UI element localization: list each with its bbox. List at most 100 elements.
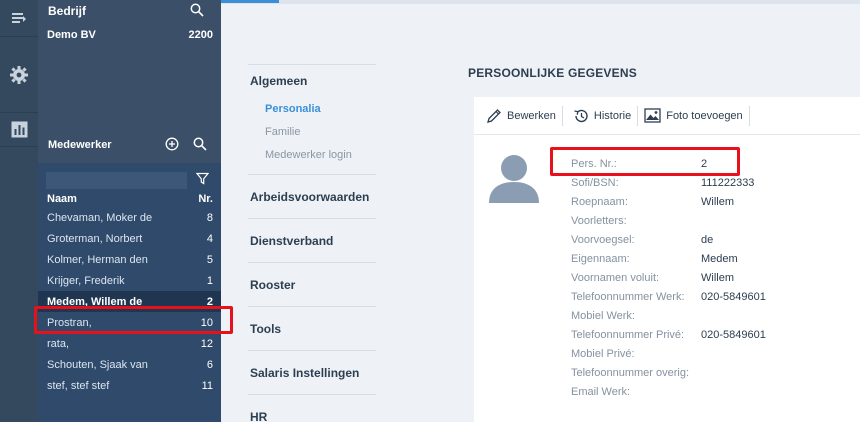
- employee-number: 11: [201, 379, 213, 392]
- employee-number: 8: [206, 211, 213, 224]
- field-label: Eigennaam:: [571, 253, 630, 265]
- edit-button[interactable]: Bewerken: [486, 105, 563, 126]
- menu-rooster[interactable]: Rooster: [248, 263, 376, 306]
- add-photo-button[interactable]: Foto toevoegen: [644, 105, 750, 126]
- page-title: PERSOONLIJKE GEGEVENS: [468, 66, 637, 80]
- menu-algemeen[interactable]: Algemeen: [248, 65, 376, 97]
- employee-row[interactable]: Schouten, Sjaak van 6: [38, 354, 221, 375]
- add-circle-icon[interactable]: [165, 137, 179, 151]
- employee-number: 5: [206, 253, 213, 266]
- highlight-pers-nr: [550, 147, 740, 176]
- settings-button[interactable]: [0, 37, 38, 113]
- pencil-icon: [487, 108, 501, 123]
- add-photo-label: Foto toevoegen: [666, 109, 743, 122]
- card-toolbar: Bewerken Historie Foto toevoegen: [474, 97, 860, 135]
- top-bar: [221, 0, 860, 4]
- employee-title: Medewerker: [48, 139, 112, 151]
- employee-row[interactable]: Krijger, Frederik 1: [38, 270, 221, 291]
- search-icon[interactable]: [190, 3, 204, 17]
- employee-number: 6: [206, 358, 213, 371]
- search-icon[interactable]: [193, 137, 207, 151]
- employee-number: 4: [206, 232, 213, 245]
- column-nr[interactable]: Nr.: [198, 193, 213, 205]
- side-panel: Bedrijf Demo BV 2200 Medewerker Naam Nr.…: [38, 0, 221, 422]
- edit-label: Bewerken: [507, 109, 556, 122]
- column-name[interactable]: Naam: [47, 193, 77, 205]
- field-value: 020-5849601: [701, 291, 766, 303]
- employee-name: Krijger, Frederik: [47, 274, 125, 287]
- employee-name: rata,: [47, 337, 70, 350]
- company-number: 2200: [188, 29, 213, 41]
- menu-medewerker-login[interactable]: Medewerker login: [248, 143, 376, 166]
- menu-personalia[interactable]: Personalia: [248, 97, 376, 120]
- history-button[interactable]: Historie: [573, 105, 639, 126]
- menu-familie[interactable]: Familie: [248, 120, 376, 143]
- employee-row[interactable]: Kolmer, Herman den 5: [38, 249, 221, 270]
- employee-number: 1: [206, 274, 213, 287]
- company-item[interactable]: Demo BV 2200: [38, 29, 221, 41]
- highlight-selected-employee: [34, 306, 233, 334]
- field-label: Telefoonnummer Privé:: [571, 329, 685, 341]
- avatar-placeholder-icon: [489, 155, 539, 203]
- personal-fields: Pers. Nr.: 2 Sofi/BSN: 111222333 Roepnaam: Wi…: [571, 155, 860, 402]
- field-value: Willem: [701, 196, 734, 208]
- field-value: Willem: [701, 272, 734, 284]
- reports-button[interactable]: [0, 113, 38, 147]
- field-label: Voorletters:: [571, 215, 627, 227]
- field-label: Voorvoegsel:: [571, 234, 635, 246]
- menu-tools[interactable]: Tools: [248, 307, 376, 350]
- employee-row[interactable]: Chevaman, Moker de 8: [38, 207, 221, 228]
- employee-row[interactable]: Groterman, Norbert 4: [38, 228, 221, 249]
- field-label: Email Werk:: [571, 386, 631, 398]
- field-row: Roepnaam: Willem: [571, 193, 860, 212]
- field-row: Voorletters:: [571, 212, 860, 231]
- field-label: Telefoonnummer Werk:: [571, 291, 685, 303]
- company-name: Demo BV: [47, 29, 96, 41]
- field-row: Voornamen voluit: Willem: [571, 269, 860, 288]
- field-label: Sofi/BSN:: [571, 177, 619, 189]
- employee-name: Groterman, Norbert: [47, 232, 143, 245]
- field-row: Sofi/BSN: 111222333: [571, 174, 860, 193]
- personal-data-card: Bewerken Historie Foto toevoegen Pers. N…: [474, 97, 860, 422]
- history-label: Historie: [593, 109, 632, 122]
- field-label: Roepnaam:: [571, 196, 628, 208]
- employee-number: 12: [200, 337, 213, 350]
- company-header: Bedrijf: [38, 0, 221, 22]
- employee-name: Chevaman, Moker de: [47, 211, 153, 224]
- field-row: Telefoonnummer Privé: 020-5849601: [571, 326, 860, 345]
- chart-icon: [11, 121, 27, 138]
- image-icon: [644, 108, 661, 123]
- employee-name: stef, stef stef: [47, 379, 110, 392]
- menu-hr[interactable]: HR: [248, 395, 376, 422]
- section-menu: Algemeen Personalia Familie Medewerker l…: [248, 64, 376, 422]
- gear-icon: [10, 65, 28, 84]
- filter-icon[interactable]: [196, 172, 209, 185]
- employee-list: Naam Nr. Chevaman, Moker de 8 Groterman, N…: [38, 163, 221, 422]
- employee-column-header: Naam Nr.: [38, 191, 221, 207]
- icon-rail: [0, 0, 38, 422]
- employee-header: Medewerker: [38, 132, 221, 158]
- field-row: Telefoonnummer Werk: 020-5849601: [571, 288, 860, 307]
- field-row: Voorvoegsel: de: [571, 231, 860, 250]
- employee-row[interactable]: rata, 12: [38, 333, 221, 354]
- field-label: Mobiel Privé:: [571, 348, 635, 360]
- employee-name: Schouten, Sjaak van: [47, 358, 148, 371]
- menu-list-button[interactable]: [0, 0, 38, 37]
- menu-dienstverband[interactable]: Dienstverband: [248, 219, 376, 262]
- employee-filter-input[interactable]: [46, 172, 187, 189]
- list-icon: [12, 13, 26, 23]
- field-label: Mobiel Werk:: [571, 310, 635, 322]
- field-row: Eigennaam: Medem: [571, 250, 860, 269]
- field-label: Voornamen voluit:: [571, 272, 660, 284]
- history-icon: [574, 109, 588, 122]
- menu-salaris-instellingen[interactable]: Salaris Instellingen: [248, 351, 376, 394]
- company-title: Bedrijf: [48, 4, 87, 18]
- active-tab-indicator: [221, 0, 279, 3]
- field-row: Telefoonnummer overig:: [571, 364, 860, 383]
- menu-arbeidsvoorwaarden[interactable]: Arbeidsvoorwaarden: [248, 175, 376, 218]
- filter-row: [38, 163, 221, 191]
- employee-name: Kolmer, Herman den: [47, 253, 148, 266]
- field-value: 020-5849601: [701, 329, 766, 341]
- employee-row[interactable]: stef, stef stef 11: [38, 375, 221, 396]
- field-label: Telefoonnummer overig:: [571, 367, 690, 379]
